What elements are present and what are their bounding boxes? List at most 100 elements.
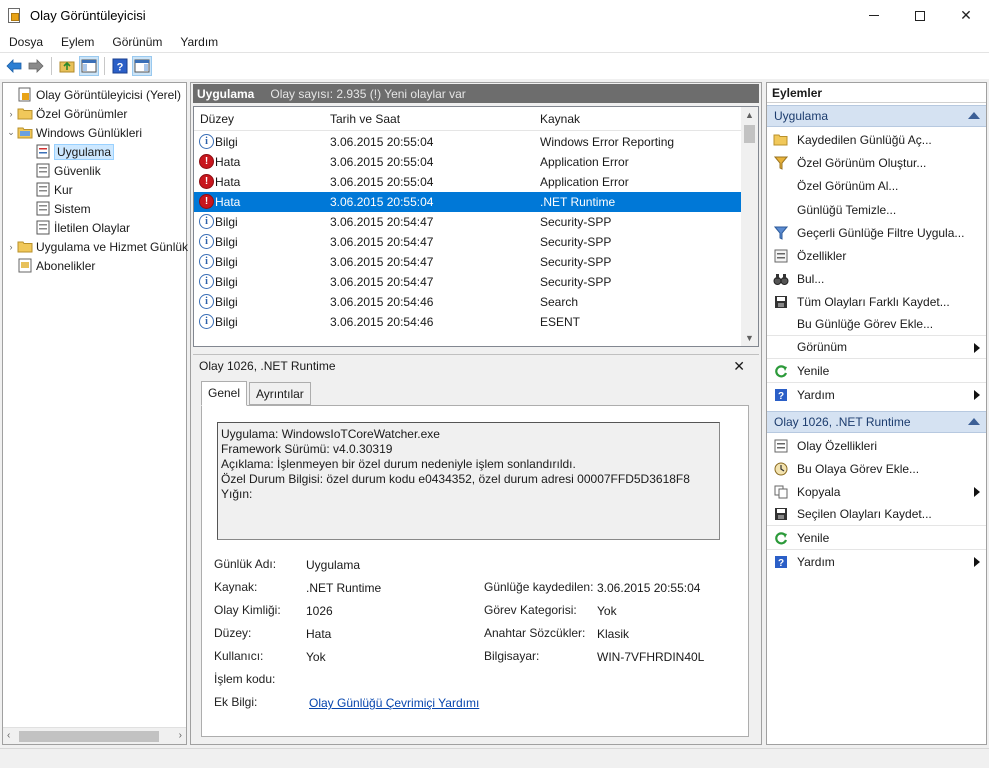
- table-row[interactable]: i Bilgi 3.06.2015 20:54:46 ESENT: [194, 312, 742, 332]
- action-event-properties[interactable]: Olay Özellikleri: [767, 434, 986, 457]
- collapse-icon[interactable]: [968, 418, 980, 425]
- submenu-arrow-icon: [974, 487, 980, 497]
- scroll-right-icon[interactable]: ›: [179, 730, 182, 741]
- help-button[interactable]: ?: [110, 56, 130, 76]
- table-row[interactable]: i Bilgi 3.06.2015 20:54:47 Security-SPP: [194, 232, 742, 252]
- action-properties[interactable]: Özellikler: [767, 244, 986, 267]
- svg-text:?: ?: [117, 62, 124, 74]
- tree-item-windows-logs[interactable]: ⌄ Windows Günlükleri: [5, 123, 142, 142]
- user-value: Yok: [306, 650, 326, 664]
- tree-item-label: Uygulama: [54, 143, 115, 160]
- tree-item-label: Güvenlik: [54, 163, 101, 178]
- action-copy[interactable]: Kopyala: [767, 480, 986, 503]
- scrollbar-thumb[interactable]: [744, 125, 755, 143]
- column-date-time[interactable]: Tarih ve Saat: [330, 112, 400, 126]
- action-find[interactable]: Bul...: [767, 267, 986, 290]
- action-label: Görünüm: [797, 340, 848, 354]
- column-level[interactable]: Düzey: [200, 112, 234, 126]
- tab-general[interactable]: Genel: [201, 381, 248, 406]
- event-list-scrollbar[interactable]: ▲ ▼: [741, 107, 758, 346]
- tree-item-forwarded-events[interactable]: İletilen Olaylar: [23, 218, 130, 237]
- tree-item-applications-and-services-logs[interactable]: › Uygulama ve Hizmet Günlük: [5, 237, 189, 256]
- blank-icon: [773, 178, 789, 194]
- cell-date-time: 3.06.2015 20:54:47: [330, 235, 434, 249]
- menu-help[interactable]: Yardım: [171, 35, 227, 49]
- action-refresh[interactable]: Yenile: [767, 360, 986, 383]
- tree-item-label: Kur: [54, 182, 73, 197]
- table-row[interactable]: i Bilgi 3.06.2015 20:54:47 Security-SPP: [194, 252, 742, 272]
- description-line: Uygulama: WindowsIoTCoreWatcher.exe: [221, 427, 440, 441]
- tree-item-security[interactable]: Güvenlik: [23, 161, 101, 180]
- information-icon: i: [199, 274, 214, 289]
- action-help-event[interactable]: ? Yardım: [767, 550, 986, 573]
- action-filter-current-log[interactable]: Geçerli Günlüğe Filtre Uygula...: [767, 221, 986, 244]
- table-row[interactable]: ! Hata 3.06.2015 20:55:04 Application Error: [194, 152, 742, 172]
- action-save-all-events-as[interactable]: Tüm Olayları Farklı Kaydet...: [767, 290, 986, 313]
- actions-section-event[interactable]: Olay 1026, .NET Runtime: [767, 411, 986, 433]
- table-row[interactable]: ! Hata 3.06.2015 20:55:04 Application Error: [194, 172, 742, 192]
- action-help[interactable]: ? Yardım: [767, 383, 986, 406]
- tree-item-label: Olay Görüntüleyicisi (Yerel): [36, 87, 181, 102]
- column-source[interactable]: Kaynak: [540, 112, 580, 126]
- up-folder-button[interactable]: [57, 56, 77, 76]
- collapse-icon[interactable]: [968, 112, 980, 119]
- table-row[interactable]: ! Hata 3.06.2015 20:55:04 .NET Runtime: [194, 192, 742, 212]
- scroll-up-icon[interactable]: ▲: [745, 110, 754, 120]
- action-attach-task-to-log[interactable]: Bu Günlüğe Görev Ekle...: [767, 313, 986, 336]
- tab-details[interactable]: Ayrıntılar: [249, 382, 311, 405]
- action-import-custom-view[interactable]: Özel Görünüm Al...: [767, 174, 986, 197]
- toolbar-separator: [104, 57, 105, 75]
- cell-source: Application Error: [540, 175, 629, 189]
- scroll-down-icon[interactable]: ▼: [745, 333, 754, 343]
- task-category-value: Yok: [597, 604, 617, 618]
- information-icon: i: [199, 254, 214, 269]
- cell-level: Bilgi: [215, 135, 238, 149]
- action-label: Kopyala: [797, 484, 841, 499]
- table-row[interactable]: i Bilgi 3.06.2015 20:54:46 Search: [194, 292, 742, 312]
- tree-item-application[interactable]: Uygulama: [23, 142, 115, 161]
- minimize-button[interactable]: [851, 0, 897, 31]
- status-bar: [0, 748, 989, 768]
- actions-section-application[interactable]: Uygulama: [767, 105, 986, 127]
- maximize-button[interactable]: [897, 0, 943, 31]
- tree-horizontal-scrollbar[interactable]: ‹ ›: [3, 727, 186, 744]
- action-view[interactable]: Görünüm: [767, 336, 986, 359]
- event-description[interactable]: Uygulama: WindowsIoTCoreWatcher.exe Fram…: [217, 422, 720, 540]
- event-list[interactable]: Düzey Tarih ve Saat Kaynak i Bilgi 3.06.20…: [193, 106, 759, 347]
- table-row[interactable]: i Bilgi 3.06.2015 20:55:04 Windows Error Re…: [194, 132, 742, 152]
- action-open-saved-log[interactable]: Kaydedilen Günlüğü Aç...: [767, 128, 986, 151]
- tree-item-system[interactable]: Sistem: [23, 199, 91, 218]
- action-label: Geçerli Günlüğe Filtre Uygula...: [797, 225, 965, 240]
- menu-action[interactable]: Eylem: [52, 35, 103, 49]
- table-row[interactable]: i Bilgi 3.06.2015 20:54:47 Security-SPP: [194, 272, 742, 292]
- menu-file[interactable]: Dosya: [0, 35, 52, 49]
- action-create-custom-view[interactable]: Özel Görünüm Oluştur...: [767, 151, 986, 174]
- tree-item-setup[interactable]: Kur: [23, 180, 73, 199]
- information-icon: i: [199, 214, 214, 229]
- table-row[interactable]: i Bilgi 3.06.2015 20:54:47 Security-SPP: [194, 212, 742, 232]
- information-icon: i: [199, 314, 214, 329]
- action-clear-log[interactable]: Günlüğü Temizle...: [767, 198, 986, 221]
- close-detail-icon[interactable]: ✕: [733, 358, 745, 375]
- action-save-selected-events[interactable]: Seçilen Olayları Kaydet...: [767, 503, 986, 526]
- scroll-left-icon[interactable]: ‹: [7, 730, 10, 741]
- close-window-button[interactable]: ✕: [943, 0, 989, 31]
- show-hide-action-pane-button[interactable]: [132, 56, 152, 76]
- tree-item-subscriptions[interactable]: Abonelikler: [5, 256, 95, 275]
- back-button[interactable]: [4, 56, 24, 76]
- chevron-right-icon[interactable]: ›: [5, 242, 17, 252]
- action-refresh-event[interactable]: Yenile: [767, 527, 986, 550]
- chevron-down-icon[interactable]: ⌄: [5, 127, 17, 138]
- submenu-arrow-icon: [974, 557, 980, 567]
- show-hide-console-tree-button[interactable]: [79, 56, 99, 76]
- tree-item-event-viewer-local[interactable]: Olay Görüntüleyicisi (Yerel): [5, 85, 181, 104]
- tree-item-custom-views[interactable]: › Özel Görünümler: [5, 104, 128, 123]
- menu-view[interactable]: Görünüm: [103, 35, 171, 49]
- action-attach-task-to-event[interactable]: Bu Olaya Görev Ekle...: [767, 457, 986, 480]
- chevron-right-icon[interactable]: ›: [5, 109, 17, 119]
- error-icon: !: [199, 174, 214, 189]
- forward-button[interactable]: [26, 56, 46, 76]
- scrollbar-thumb[interactable]: [19, 731, 159, 742]
- general-tab-content: Uygulama: WindowsIoTCoreWatcher.exe Fram…: [201, 405, 749, 737]
- event-log-online-help-link[interactable]: Olay Günlüğü Çevrimiçi Yardımı: [309, 696, 479, 710]
